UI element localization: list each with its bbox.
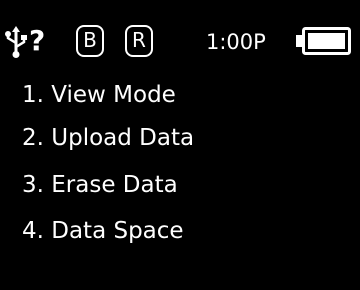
- r-status-indicator: R: [125, 25, 153, 57]
- menu-item-data-space[interactable]: 4. Data Space: [22, 216, 184, 246]
- device-screen: ? B R 1:00P 1. View Mode 2. Upload Data …: [0, 0, 360, 290]
- b-status-indicator: B: [76, 25, 104, 57]
- unknown-status-glyph: ?: [29, 24, 46, 57]
- menu-item-erase-data[interactable]: 3. Erase Data: [22, 170, 178, 200]
- battery-fill: [308, 33, 345, 49]
- menu-item-view-mode[interactable]: 1. View Mode: [22, 80, 176, 110]
- clock-time: 1:00P: [206, 30, 266, 54]
- menu-item-upload-data[interactable]: 2. Upload Data: [22, 123, 194, 153]
- usb-icon: [5, 26, 27, 58]
- battery-icon: [296, 27, 351, 55]
